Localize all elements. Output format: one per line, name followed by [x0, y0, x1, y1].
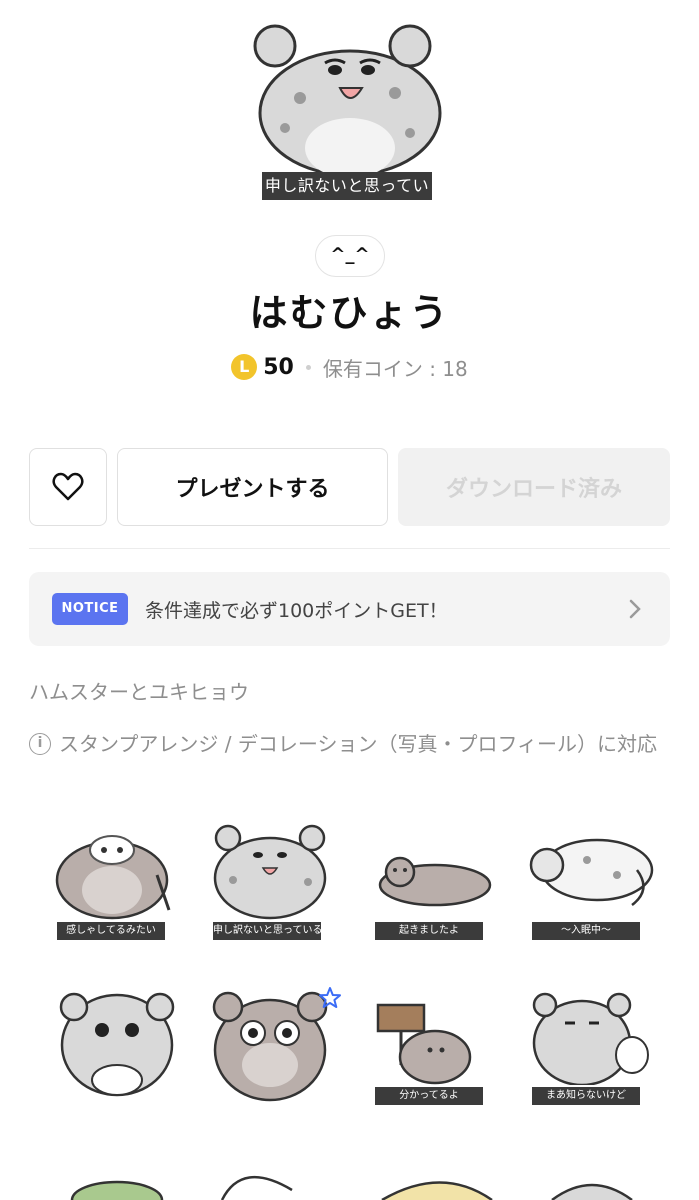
download-button[interactable]: ダウンロード済み [398, 448, 670, 526]
sticker-type-chip: ^_^ [315, 235, 385, 277]
support-info: i スタンプアレンジ / デコレーション（写真・プロフィール）に対応 [29, 730, 669, 758]
hamster-sticker-icon [378, 856, 492, 907]
leopard-sticker-icon [529, 838, 654, 906]
hero-sticker: 申し訳ないと思っている [0, 0, 699, 223]
sticker-caption: まあ知らないけど [532, 1087, 640, 1105]
hero-caption: 申し訳ないと思っている [262, 172, 432, 223]
sticker-item[interactable]: 起きましたよ [370, 820, 500, 940]
notice-banner[interactable]: NOTICE 条件達成で必ず100ポイントGET！ [29, 572, 670, 646]
sticker-item[interactable]: 〜入眠中〜 [527, 820, 657, 940]
sticker-item[interactable]: 感しゃしてるみたい [52, 820, 182, 940]
sticker-item[interactable] [52, 985, 182, 1105]
divider [29, 548, 670, 549]
favorite-button[interactable] [29, 448, 107, 526]
price-value: 50 [263, 354, 294, 380]
owned-coins: 保有コイン : 18 [322, 356, 468, 381]
coin-icon: L [231, 354, 258, 380]
price-row: L 50 保有コイン : 18 [0, 350, 699, 384]
sticker-caption: 感しゃしてるみたい [57, 922, 165, 940]
hero-leopard-illustration [253, 24, 442, 178]
sticker-item[interactable]: 申し訳ないと思っている [208, 820, 338, 940]
chevron-right-icon [629, 599, 641, 619]
hamster-sticker-icon [55, 835, 171, 920]
sticker-item[interactable]: 分かってるよ [370, 985, 500, 1105]
next-sticker-row [70, 1175, 633, 1200]
present-button[interactable]: プレゼントする [117, 448, 388, 526]
leopard-sticker-icon [532, 992, 649, 1087]
sticker-caption: 起きましたよ [375, 922, 483, 940]
sticker-caption: 分かってるよ [375, 1087, 483, 1105]
star-icon [319, 987, 341, 1008]
hamster-sticker-icon [376, 1003, 472, 1085]
leopard-sticker-icon [59, 992, 175, 1097]
info-icon: i [29, 733, 51, 755]
separator-dot [305, 364, 311, 370]
notice-badge: NOTICE [52, 593, 128, 625]
sticker-caption: 申し訳ないと思っている [213, 922, 321, 940]
notice-text: 条件達成で必ず100ポイントGET！ [145, 599, 448, 622]
sticker-description: ハムスターとユキヒョウ [29, 680, 249, 704]
heart-icon [52, 472, 84, 501]
sticker-caption: 〜入眠中〜 [532, 922, 640, 940]
support-text: スタンプアレンジ / デコレーション（写真・プロフィール）に対応 [59, 732, 658, 756]
page-title: はむひょう [249, 291, 450, 335]
leopard-sticker-icon [213, 824, 327, 920]
sticker-item[interactable]: まあ知らないけど [527, 985, 657, 1105]
